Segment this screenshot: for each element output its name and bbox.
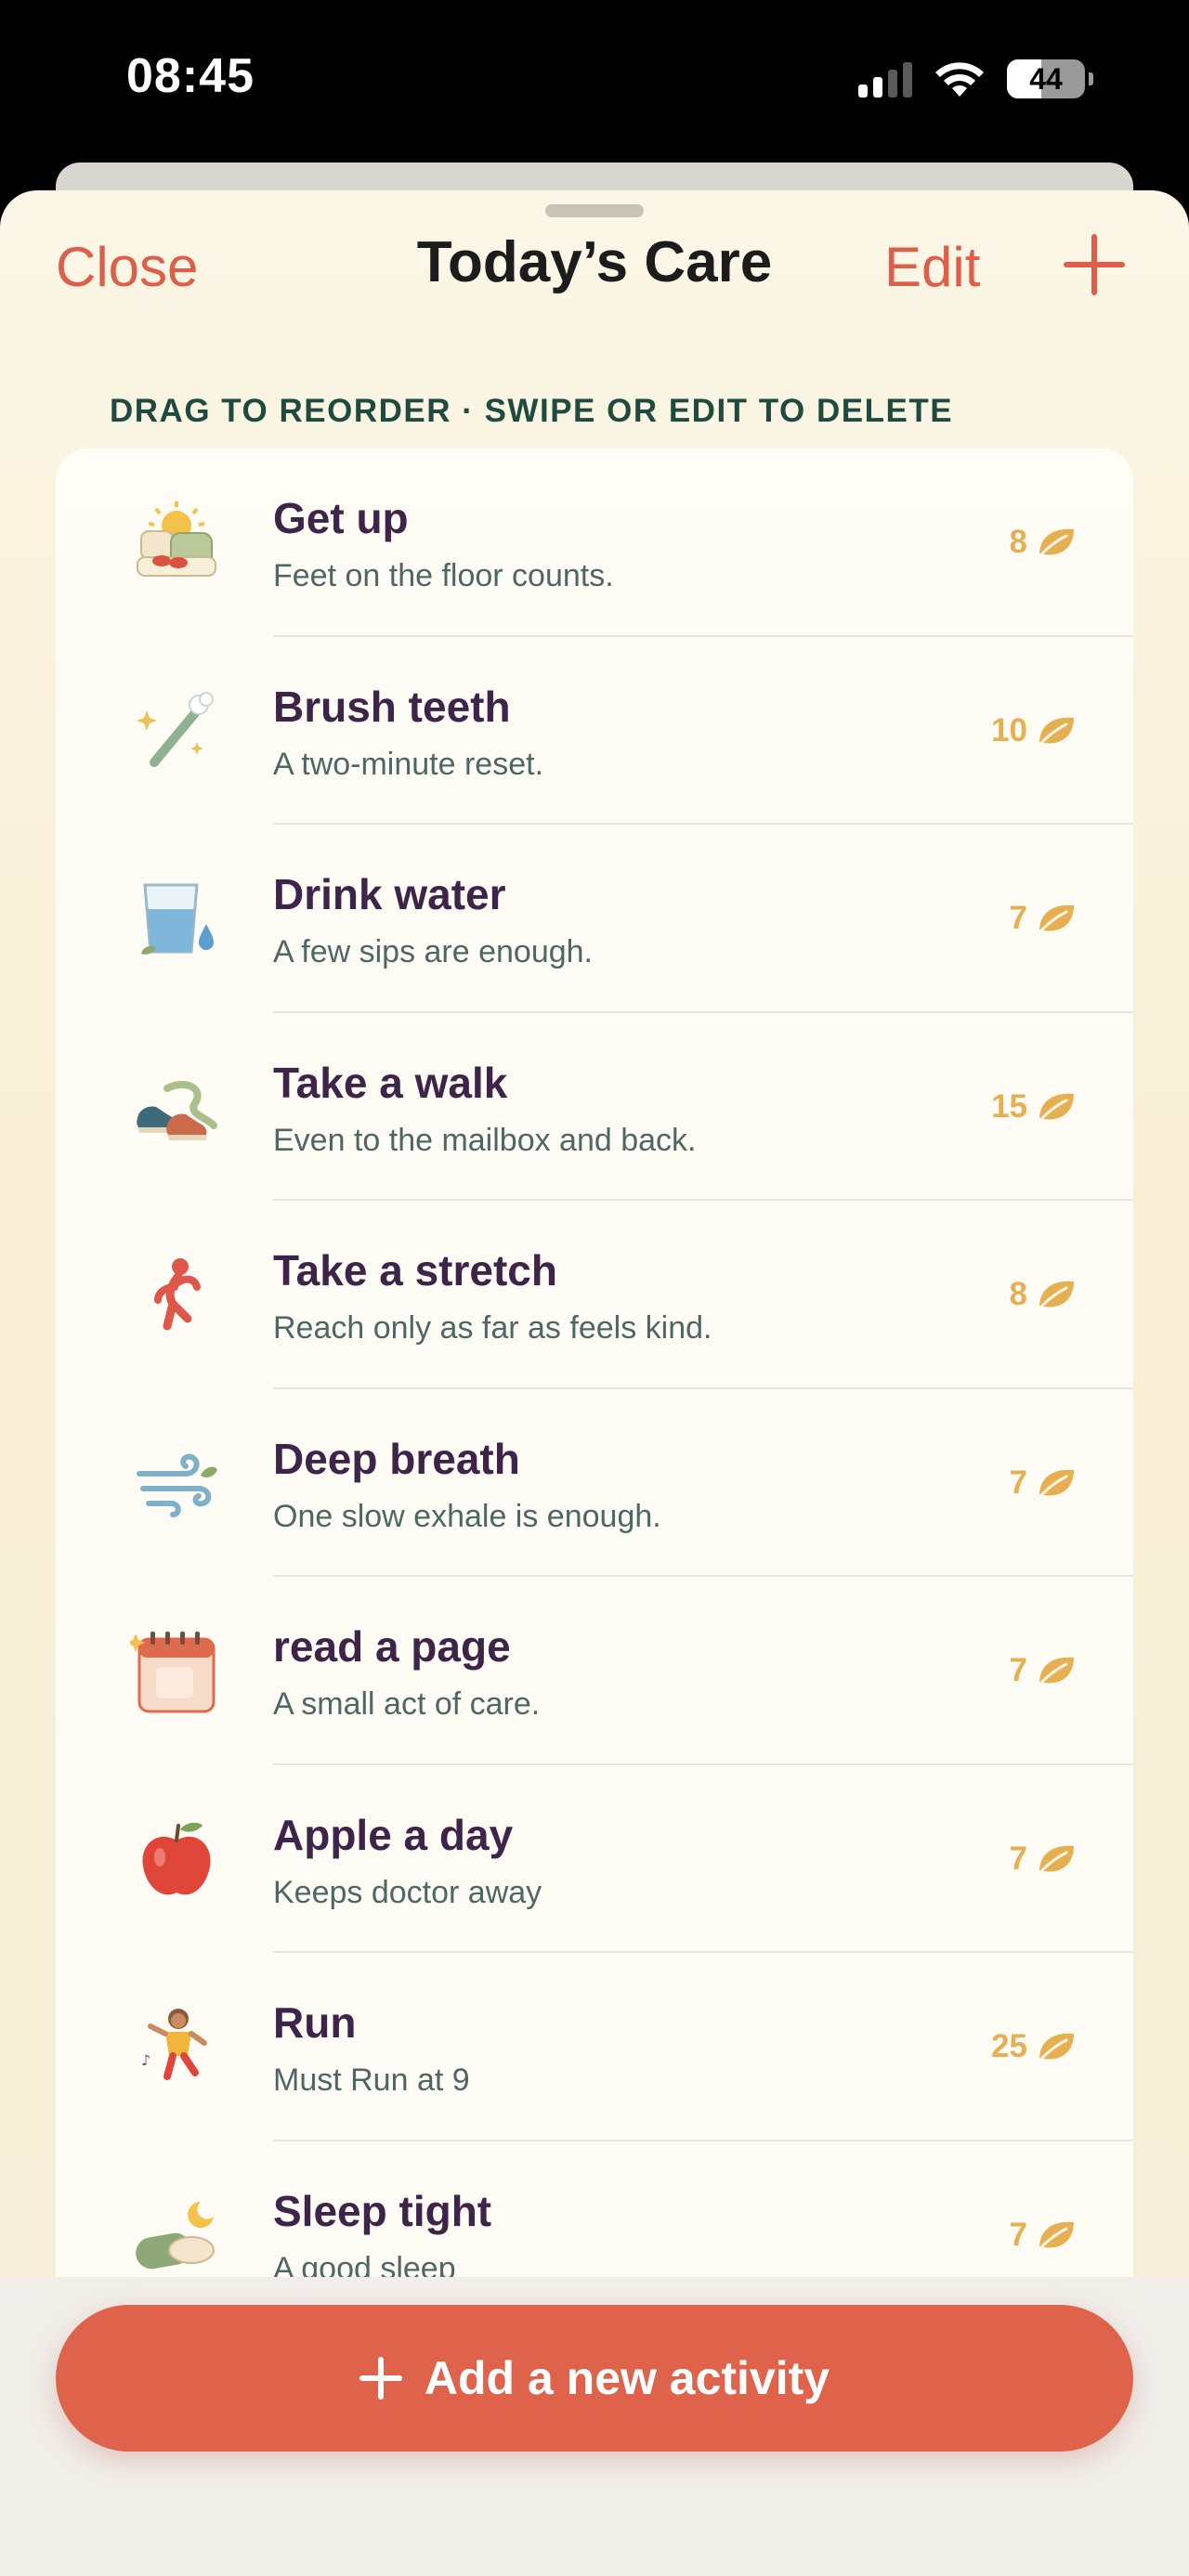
status-bar: 08:45 44 — [0, 0, 1189, 163]
activity-row[interactable]: Deep breath One slow exhale is enough. 7 — [56, 1389, 1133, 1577]
calendar-icon — [123, 1617, 230, 1724]
points-value: 15 — [991, 1087, 1027, 1125]
status-icons: 44 — [858, 56, 1093, 102]
activity-row[interactable]: Brush teeth A two-minute reset. 10 — [56, 637, 1133, 825]
leaf-icon — [1039, 2033, 1074, 2060]
activity-points: 7 — [1010, 1841, 1078, 1878]
care-sheet: Close Today’s Care Edit DRAG TO REORDER … — [0, 190, 1189, 2576]
sunrise-bed-icon — [123, 488, 230, 596]
activity-title: Sleep tight — [273, 2186, 492, 2235]
leaf-icon — [1039, 1657, 1074, 1684]
stretch-figure-icon — [123, 1241, 230, 1348]
wind-icon — [123, 1429, 230, 1537]
points-value: 25 — [991, 2028, 1027, 2065]
leaf-icon — [1039, 1093, 1074, 1120]
points-value: 7 — [1009, 1840, 1027, 1877]
points-value: 7 — [1009, 900, 1027, 937]
battery-level: 44 — [1029, 61, 1063, 96]
leaf-icon — [1039, 1469, 1074, 1496]
activity-points: 7 — [1010, 1464, 1078, 1502]
apple-icon — [123, 1805, 230, 1913]
activity-subtitle: One slow exhale is enough. — [273, 1498, 661, 1534]
activity-points: 8 — [1010, 1276, 1078, 1313]
points-value: 7 — [1009, 1652, 1027, 1689]
activity-title: Drink water — [273, 870, 506, 918]
activity-points: 7 — [1010, 900, 1078, 937]
activity-row[interactable]: read a page A small act of care. 7 — [56, 1577, 1133, 1765]
activity-points: 7 — [1010, 2217, 1078, 2254]
activity-row[interactable]: Take a walk Even to the mailbox and back… — [56, 1013, 1133, 1201]
reorder-hint: DRAG TO REORDER · SWIPE OR EDIT TO DELET… — [110, 393, 954, 429]
add-activity-button[interactable]: Add a new activity — [56, 2305, 1133, 2452]
sheet-grabber[interactable] — [545, 204, 644, 217]
activity-row[interactable]: Take a stretch Reach only as far as feel… — [56, 1201, 1133, 1389]
page-title: Today’s Care — [416, 230, 773, 294]
activity-row[interactable]: Apple a day Keeps doctor away 7 — [56, 1765, 1133, 1953]
plus-icon — [359, 2357, 402, 2400]
activity-subtitle: Keeps doctor away — [273, 1874, 542, 1910]
activity-points: 25 — [991, 2028, 1078, 2065]
activity-points: 10 — [991, 712, 1078, 749]
leaf-icon — [1039, 2221, 1074, 2248]
activity-title: Get up — [273, 494, 409, 542]
sleep-mat-icon — [123, 2181, 230, 2289]
svg-text:♪: ♪ — [141, 2051, 150, 2069]
activity-subtitle: A few sips are enough. — [273, 934, 594, 969]
toothbrush-icon — [123, 677, 230, 785]
activity-points: 15 — [991, 1088, 1078, 1125]
leaf-icon — [1039, 904, 1074, 931]
activity-list: Get up Feet on the floor counts. 8 Brush… — [56, 449, 1133, 2306]
points-value: 7 — [1009, 1464, 1027, 1501]
leaf-icon — [1039, 717, 1074, 744]
add-icon[interactable] — [1059, 229, 1130, 300]
leaf-icon — [1039, 1281, 1074, 1308]
add-activity-label: Add a new activity — [424, 2352, 830, 2404]
activity-subtitle: Reach only as far as feels kind. — [273, 1310, 712, 1346]
activity-title: Take a stretch — [273, 1246, 557, 1295]
activity-subtitle: A two-minute reset. — [273, 746, 544, 782]
activity-subtitle: Feet on the floor counts. — [273, 558, 614, 593]
activity-title: read a page — [273, 1622, 511, 1671]
cellular-signal-icon — [858, 60, 912, 98]
activity-points: 8 — [1010, 524, 1078, 561]
activity-row[interactable]: Get up Feet on the floor counts. 8 — [56, 449, 1133, 637]
activity-row[interactable]: Drink water A few sips are enough. 7 — [56, 825, 1133, 1013]
battery-icon: 44 — [1007, 59, 1093, 98]
water-glass-icon — [123, 865, 230, 972]
activity-points: 7 — [1010, 1652, 1078, 1689]
leaf-icon — [1039, 1845, 1074, 1872]
activity-title: Take a walk — [273, 1058, 508, 1107]
sneakers-icon — [123, 1053, 230, 1161]
activity-title: Brush teeth — [273, 682, 511, 731]
activity-title: Deep breath — [273, 1434, 520, 1483]
status-time: 08:45 — [126, 49, 255, 103]
activity-title: Run — [273, 1998, 357, 2047]
points-value: 8 — [1009, 1276, 1027, 1313]
activity-subtitle: Must Run at 9 — [273, 2062, 470, 2098]
activity-title: Apple a day — [273, 1810, 514, 1859]
wifi-icon — [935, 62, 984, 97]
running-child-icon: ♪ — [123, 1993, 230, 2101]
activity-subtitle: Even to the mailbox and back. — [273, 1122, 697, 1158]
edit-button[interactable]: Edit — [884, 235, 980, 299]
leaf-icon — [1039, 528, 1074, 555]
points-value: 10 — [991, 711, 1027, 748]
activity-row[interactable]: ♪ Run Must Run at 9 25 — [56, 1953, 1133, 2141]
points-value: 8 — [1009, 524, 1027, 561]
activity-subtitle: A small act of care. — [273, 1686, 541, 1722]
points-value: 7 — [1009, 2216, 1027, 2253]
